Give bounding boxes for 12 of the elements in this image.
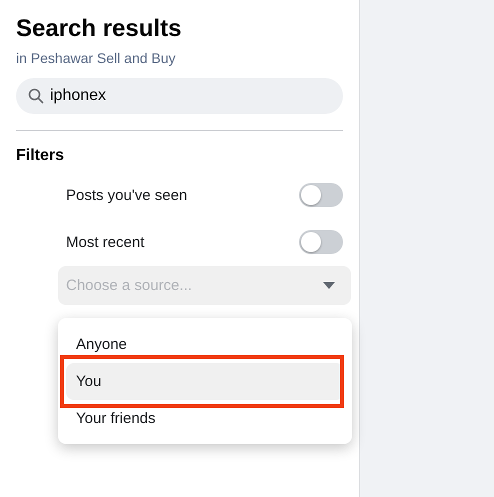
caret-icon — [323, 282, 335, 289]
menu-option[interactable]: Anyone — [66, 326, 344, 363]
toggle-label: Most recent — [66, 234, 144, 250]
menu-option[interactable]: Your friends — [66, 400, 344, 437]
toggle-label: Posts you've seen — [66, 186, 188, 204]
group-subtitle: in Peshawar Sell and Buy — [16, 50, 176, 66]
toggle-switch[interactable] — [299, 183, 343, 207]
filters-heading: Filters — [16, 147, 64, 165]
page-title: Search results — [16, 14, 182, 44]
toggle-switch[interactable] — [299, 230, 343, 254]
search-field[interactable]: iphonex — [16, 78, 343, 114]
search-icon — [28, 88, 44, 104]
